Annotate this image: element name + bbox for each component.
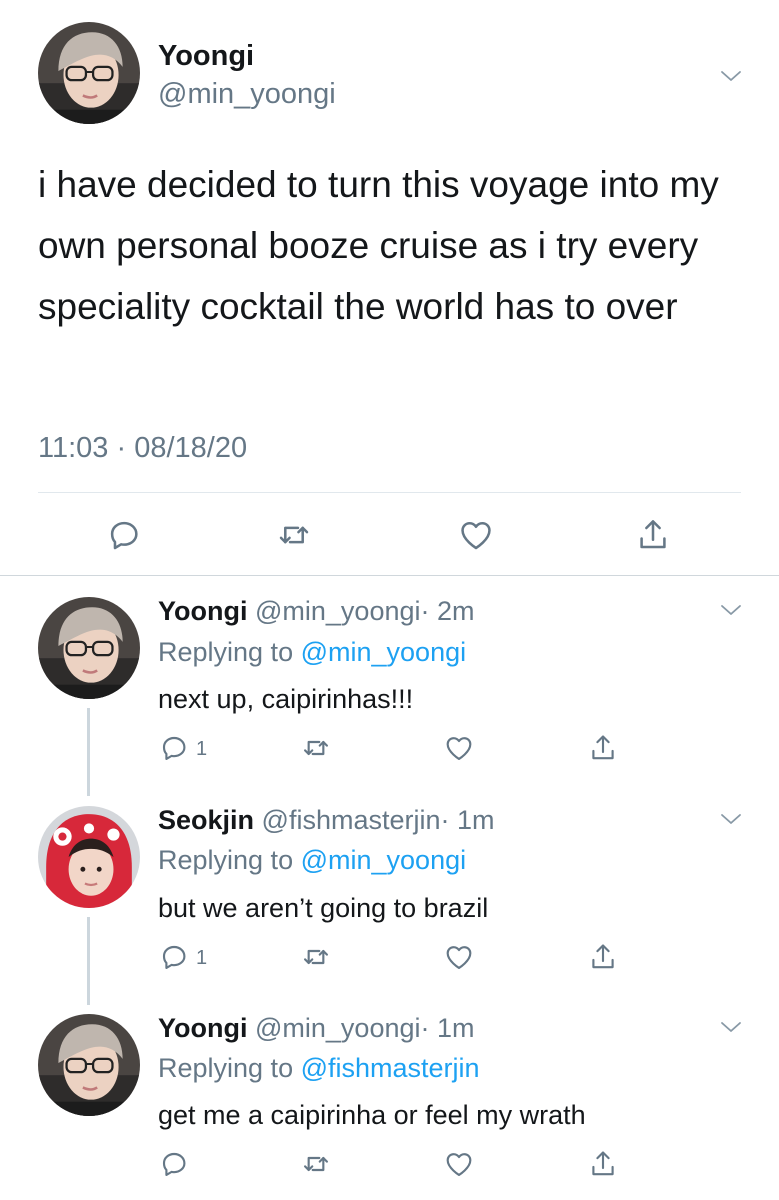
avatar-yoongi[interactable] bbox=[38, 22, 140, 124]
chevron-down-icon[interactable] bbox=[719, 811, 743, 827]
replying-to-link[interactable]: @min_yoongi bbox=[301, 845, 467, 875]
reply-text: next up, caipirinhas!!! bbox=[158, 684, 414, 714]
like-icon[interactable] bbox=[457, 516, 495, 554]
reply-count: 1 bbox=[196, 947, 208, 969]
reply-count: 1 bbox=[196, 738, 208, 760]
like-icon[interactable] bbox=[443, 940, 477, 974]
like-icon[interactable] bbox=[443, 731, 477, 765]
tweet-text: i have decided to turn this voyage into … bbox=[38, 164, 719, 327]
retweet-icon[interactable] bbox=[300, 731, 334, 765]
reply-author-handle[interactable]: @min_yoongi bbox=[255, 596, 421, 626]
main-author-name[interactable]: Yoongi bbox=[158, 40, 254, 73]
share-icon[interactable] bbox=[587, 1147, 621, 1181]
thread-line bbox=[87, 917, 90, 1005]
replying-to: Replying to @min_yoongi bbox=[158, 637, 466, 668]
reply-header[interactable]: Seokjin @fishmasterjin· 1m bbox=[158, 805, 495, 836]
share-icon[interactable] bbox=[587, 731, 621, 765]
reply-icon[interactable] bbox=[158, 1147, 192, 1181]
reply-icon[interactable] bbox=[158, 940, 192, 974]
reply-author-name[interactable]: Yoongi bbox=[158, 596, 247, 626]
reply-time: · 1m bbox=[420, 1013, 475, 1043]
reply-author-name[interactable]: Seokjin bbox=[158, 805, 254, 835]
replying-to-link[interactable]: @min_yoongi bbox=[301, 637, 467, 667]
chevron-down-icon[interactable] bbox=[719, 602, 743, 618]
section-divider bbox=[0, 575, 779, 576]
replying-to: Replying to @min_yoongi bbox=[158, 845, 466, 876]
replying-to-label: Replying to bbox=[158, 1053, 294, 1083]
reply-icon[interactable] bbox=[158, 731, 192, 765]
retweet-icon[interactable] bbox=[300, 940, 334, 974]
reply-text: but we aren’t going to brazil bbox=[158, 893, 489, 923]
avatar-yoongi[interactable] bbox=[38, 1014, 140, 1116]
thread-line bbox=[87, 708, 90, 796]
reply-time: · 1m bbox=[440, 805, 495, 835]
avatar-yoongi[interactable] bbox=[38, 597, 140, 699]
reply-header[interactable]: Yoongi @min_yoongi· 2m bbox=[158, 596, 475, 627]
reply-icon[interactable] bbox=[105, 516, 143, 554]
reply-time: · 2m bbox=[420, 596, 475, 626]
main-author-handle[interactable]: @min_yoongi bbox=[158, 78, 336, 111]
like-icon[interactable] bbox=[443, 1147, 477, 1181]
divider bbox=[38, 492, 741, 493]
share-icon[interactable] bbox=[587, 940, 621, 974]
replying-to-label: Replying to bbox=[158, 845, 294, 875]
replying-to: Replying to @fishmasterjin bbox=[158, 1053, 480, 1084]
reply-author-name[interactable]: Yoongi bbox=[158, 1013, 247, 1043]
reply-author-handle[interactable]: @fishmasterjin bbox=[262, 805, 441, 835]
chevron-down-icon[interactable] bbox=[719, 68, 743, 84]
replying-to-link[interactable]: @fishmasterjin bbox=[301, 1053, 480, 1083]
retweet-icon[interactable] bbox=[275, 516, 313, 554]
share-icon[interactable] bbox=[634, 516, 672, 554]
reply-header[interactable]: Yoongi @min_yoongi· 1m bbox=[158, 1013, 475, 1044]
reply-author-handle[interactable]: @min_yoongi bbox=[255, 1013, 421, 1043]
chevron-down-icon[interactable] bbox=[719, 1019, 743, 1035]
replying-to-label: Replying to bbox=[158, 637, 294, 667]
avatar-seokjin[interactable] bbox=[38, 806, 140, 908]
reply-text: get me a caipirinha or feel my wrath bbox=[158, 1100, 586, 1130]
tweet-timestamp: 11:03 · 08/18/20 bbox=[38, 432, 248, 464]
retweet-icon[interactable] bbox=[300, 1147, 334, 1181]
